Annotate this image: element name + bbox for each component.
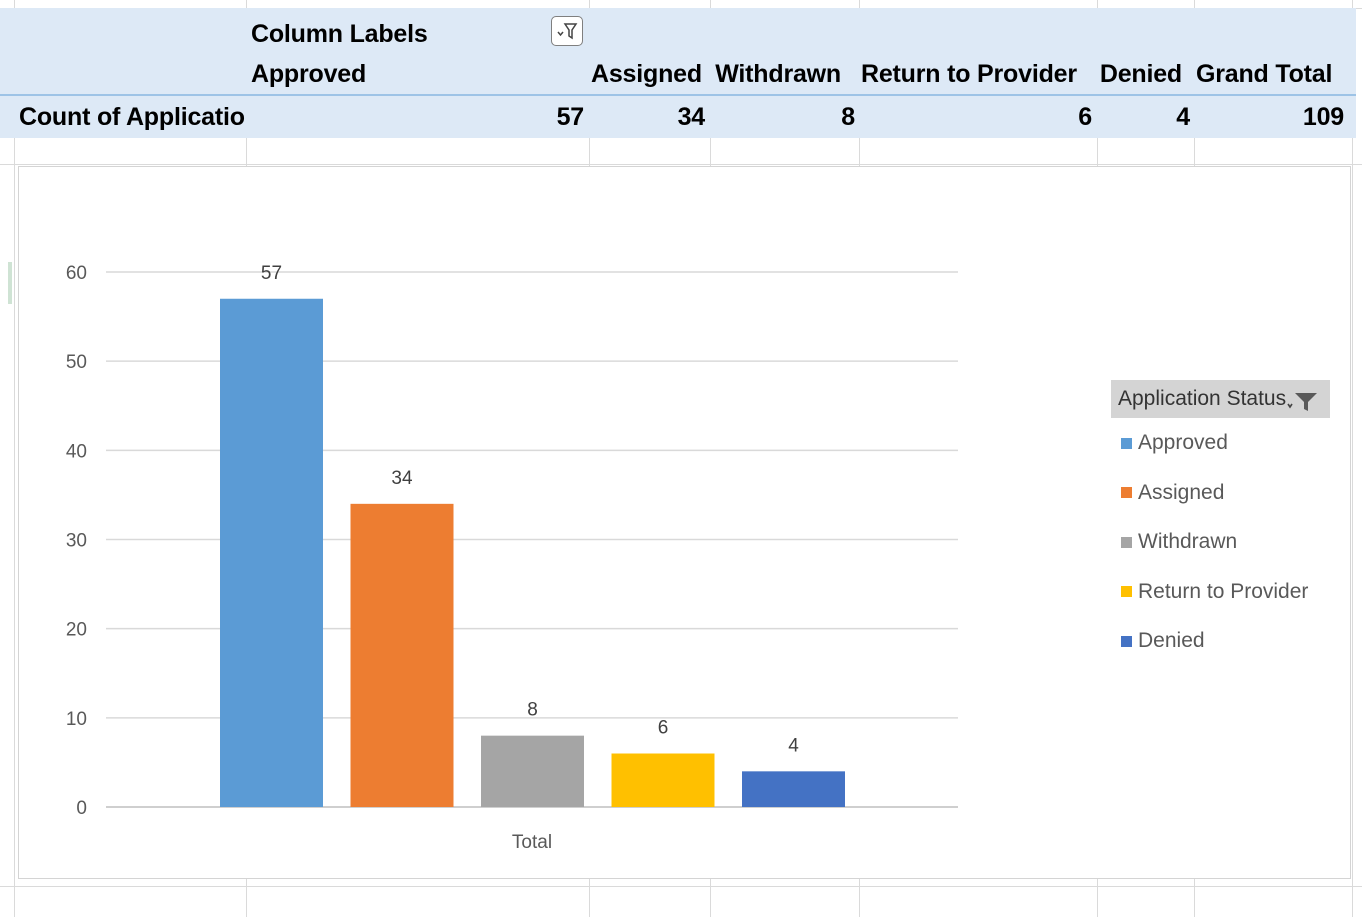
y-tick-label: 50	[66, 352, 87, 373]
y-tick-label: 20	[66, 620, 87, 641]
legend-swatch	[1121, 635, 1132, 647]
legend-item[interactable]: Approved	[1121, 431, 1228, 455]
legend-swatch	[1121, 437, 1132, 449]
bar-return-to-provider[interactable]	[611, 753, 715, 808]
data-label: 8	[527, 700, 538, 721]
legend-item[interactable]: Denied	[1121, 629, 1205, 653]
legend-field-button[interactable]: Application Status	[1111, 380, 1330, 418]
legend-label: Return to Provider	[1138, 579, 1309, 603]
bar-chart: 0 10 20 30 40 50 60 57 34 8 6 4 Total	[66, 263, 958, 853]
filter-icon	[1286, 388, 1320, 426]
data-label: 34	[391, 468, 413, 489]
y-tick-label: 0	[76, 798, 87, 819]
y-tick-label: 40	[66, 441, 87, 462]
bar-withdrawn[interactable]	[481, 735, 584, 807]
y-tick-label: 60	[66, 263, 87, 284]
bar-approved[interactable]	[220, 298, 323, 807]
bar-denied[interactable]	[742, 771, 845, 807]
y-tick-label: 30	[66, 531, 87, 552]
data-label: 6	[658, 718, 669, 739]
legend-item[interactable]: Withdrawn	[1121, 530, 1237, 554]
y-tick-label: 10	[66, 709, 87, 730]
legend-item[interactable]: Assigned	[1121, 481, 1224, 505]
data-label: 4	[788, 735, 799, 756]
legend-label: Withdrawn	[1138, 530, 1238, 553]
legend-label: Approved	[1138, 431, 1228, 454]
legend-swatch	[1121, 586, 1132, 597]
legend-swatch	[1121, 487, 1132, 498]
legend-title: Application Status	[1118, 387, 1287, 410]
data-label: 57	[261, 263, 282, 284]
x-category-label: Total	[512, 832, 552, 853]
legend-label: Denied	[1138, 629, 1205, 652]
legend-label: Assigned	[1138, 480, 1225, 504]
legend-swatch	[1121, 536, 1132, 548]
legend-item[interactable]: Return to Provider	[1121, 580, 1308, 604]
bar-assigned[interactable]	[350, 503, 454, 807]
